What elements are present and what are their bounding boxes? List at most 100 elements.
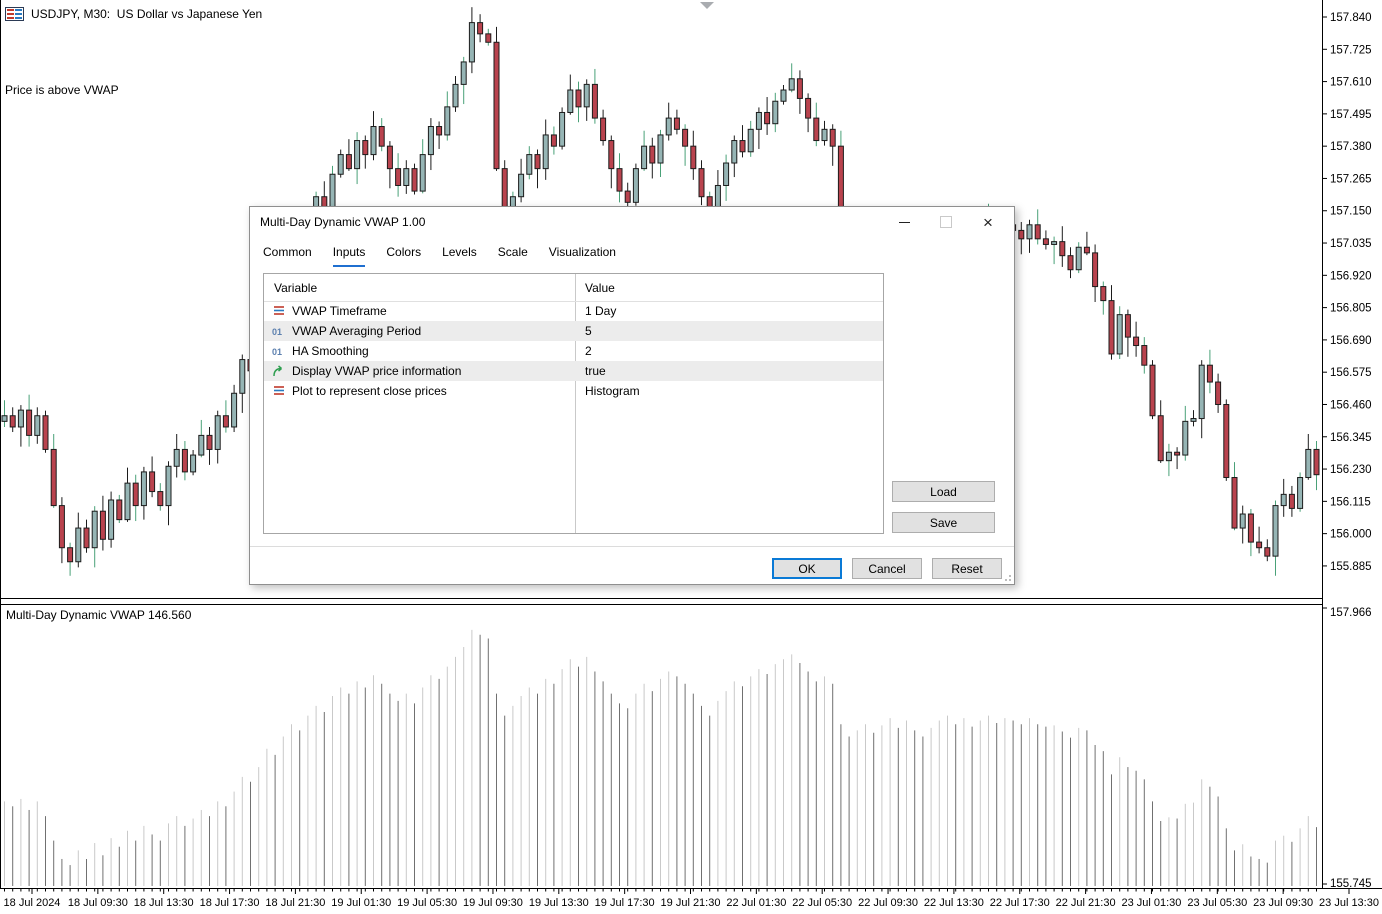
candle-body [608,140,615,170]
input-row-label: HA Smoothing [292,344,369,358]
time-axis-label: 23 Jul 09:30 [1253,897,1313,909]
candle-body [493,41,500,170]
time-axis-label: 19 Jul 13:30 [529,897,589,909]
chart-symbol-header: USDJPY, M30: US Dollar vs Japanese Yen [5,7,262,21]
cancel-button[interactable]: Cancel [852,558,922,579]
maximize-icon [940,216,952,228]
input-row-value[interactable]: true [585,364,606,378]
candle-body [108,499,115,540]
time-axis-label: 18 Jul 13:30 [134,897,194,909]
candle-body [1288,493,1295,509]
candle-body [239,359,246,394]
price-axis-label: 156.575 [1330,367,1372,379]
number-input-icon: 01 [272,347,283,357]
input-row-label: VWAP Averaging Period [292,324,422,338]
tab-common[interactable]: Common [263,245,312,267]
input-row-value[interactable]: Histogram [585,384,640,398]
close-button[interactable]: × [968,207,1008,237]
price-axis-label: 157.035 [1330,238,1372,250]
candle-body [673,117,680,130]
candle-body [1239,513,1246,529]
chart-symbol-icon [5,7,24,21]
price-axis-label: 156.345 [1330,432,1372,444]
candle-body [1182,420,1189,456]
candle-body [1149,364,1156,417]
candle-body [559,111,566,147]
candle-body [1051,241,1058,245]
candle-body [813,117,820,142]
maximize-button[interactable] [926,207,966,237]
candle-body [1026,224,1033,240]
time-axis-label: 19 Jul 09:30 [463,897,523,909]
candle-body [206,434,213,450]
input-row-1[interactable]: 01 VWAP Averaging Period 5 [264,321,883,341]
input-row-value[interactable]: 5 [585,324,592,338]
candle-body [1247,513,1254,543]
input-row-4[interactable]: Plot to represent close prices Histogram [264,381,883,401]
candle-body [780,89,787,102]
candle-body [526,154,533,175]
candle-body [1157,415,1164,462]
load-button[interactable]: Load [892,481,995,502]
dialog-footer: OK Cancel Reset [250,546,1014,584]
candle-body [99,510,106,540]
time-axis-label: 18 Jul 17:30 [200,897,260,909]
candle-body [1272,505,1279,557]
time-axis-label: 19 Jul 17:30 [595,897,655,909]
column-header-value: Value [585,281,615,295]
candle-body [1215,381,1222,406]
candle-body [1165,451,1172,462]
price-axis-label: 157.265 [1330,173,1372,185]
candle-body [1297,477,1304,509]
candle-body [821,128,828,142]
dialog-titlebar[interactable]: Multi-Day Dynamic VWAP 1.00 × [250,207,1014,237]
candle-body [1124,314,1131,338]
candle-body [427,126,434,156]
candle-body [1264,547,1271,557]
input-row-label: VWAP Timeframe [292,304,387,318]
tab-visualization[interactable]: Visualization [549,245,616,267]
candle-body [764,111,771,125]
reset-button[interactable]: Reset [932,558,1002,579]
candle-body [772,100,779,125]
input-row-0[interactable]: VWAP Timeframe 1 Day [264,301,883,321]
candle-body [600,117,607,142]
indicator-properties-dialog: Multi-Day Dynamic VWAP 1.00 × Common Inpu… [249,206,1015,585]
candle-body [657,134,664,164]
candle-body [1100,286,1107,302]
tab-colors[interactable]: Colors [386,245,421,267]
candle-body [1133,336,1140,347]
dialog-tabs: Common Inputs Colors Levels Scale Visualizati… [263,245,616,267]
candle-body [140,471,147,507]
candle-body [231,392,238,428]
candle-body [805,97,812,119]
candle-body [665,117,672,136]
dialog-title: Multi-Day Dynamic VWAP 1.00 [260,215,426,229]
candle-body [1231,477,1238,529]
tab-levels[interactable]: Levels [442,245,477,267]
candle-body [17,409,24,428]
inputs-table: Variable Value VWAP Timeframe 1 Day 01 VWAP… [263,273,884,534]
input-row-value[interactable]: 1 Day [585,304,616,318]
save-button[interactable]: Save [892,512,995,533]
candle-body [583,83,590,108]
candle-body [649,145,656,164]
input-row-3[interactable]: Display VWAP price information true [264,361,883,381]
input-row-value[interactable]: 2 [585,344,592,358]
input-row-2[interactable]: 01 HA Smoothing 2 [264,341,883,361]
candle-body [149,471,156,493]
candle-body [1108,300,1115,355]
tab-inputs[interactable]: Inputs [332,245,366,267]
candle-body [165,465,172,507]
candle-body [411,168,418,192]
minimize-icon [898,221,910,223]
resize-grip[interactable] [1001,571,1011,581]
candle-body [575,89,582,108]
tab-scale[interactable]: Scale [498,245,528,267]
price-axis-label: 155.885 [1330,561,1372,573]
candle-body [116,499,123,521]
ok-button[interactable]: OK [772,558,842,579]
time-axis-label: 18 Jul 2024 [4,897,61,909]
minimize-button[interactable] [884,207,924,237]
candle-body [591,83,598,119]
